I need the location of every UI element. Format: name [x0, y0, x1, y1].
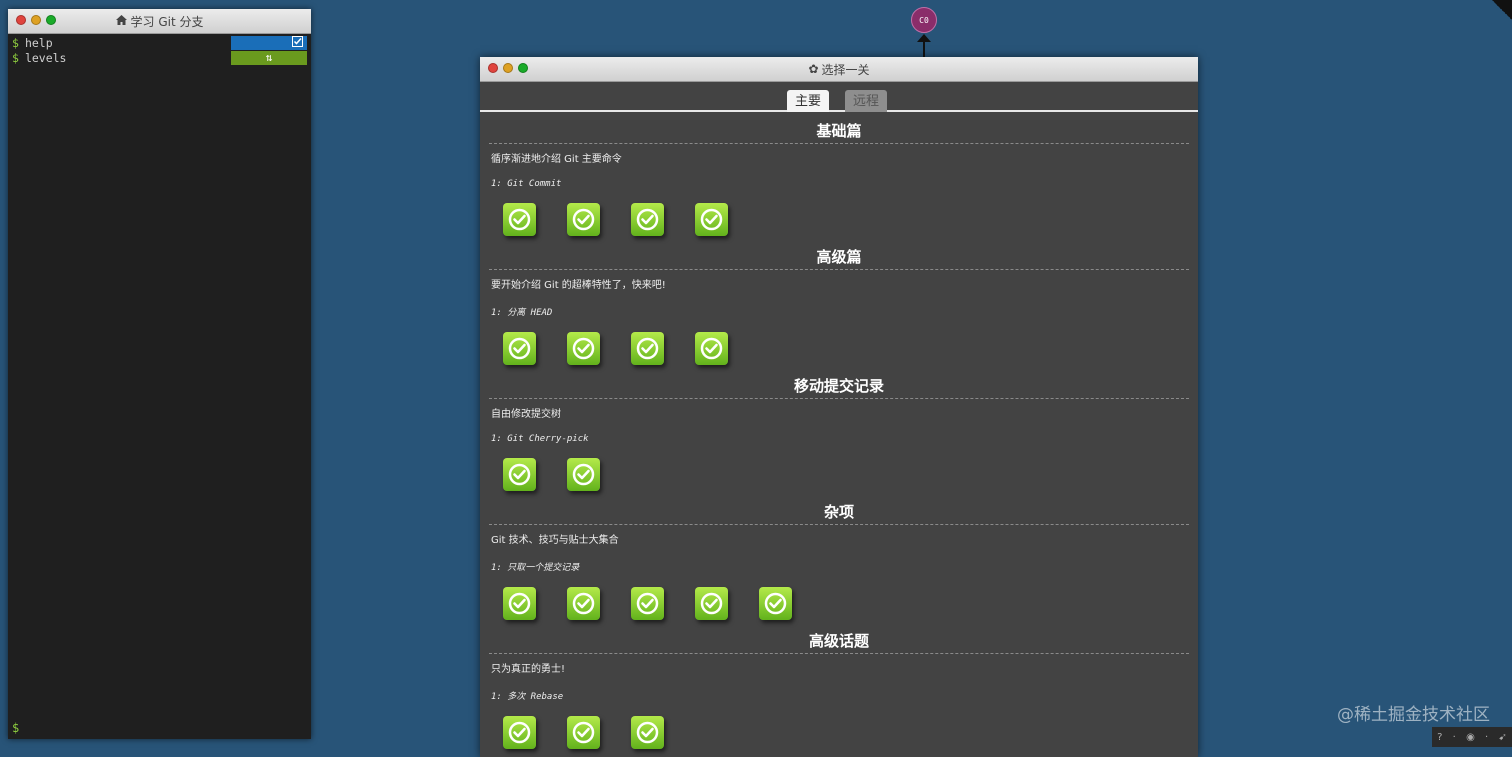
watermark: @稀土掘金技术社区	[1337, 705, 1490, 725]
sequence-description: 循序渐进地介绍 Git 主要命令	[491, 154, 622, 165]
level-completed-button[interactable]	[503, 332, 536, 365]
command-text: levels	[24, 51, 67, 65]
tab-bar: 主要 远程	[480, 82, 1198, 112]
bird-icon[interactable]: ➹	[1498, 732, 1506, 743]
window-controls	[488, 63, 528, 73]
first-level-name: 1: 只取一个提交记录	[491, 563, 580, 573]
tab-main[interactable]: 主要	[786, 90, 829, 112]
level-completed-button[interactable]	[631, 332, 664, 365]
sequence-section: 基础篇循序渐进地介绍 Git 主要命令 1: Git Commit	[489, 120, 1189, 238]
sequence-description: Git 技术、技巧与贴士大集合	[491, 535, 619, 546]
corner-decoration	[1492, 0, 1512, 20]
level-completed-button[interactable]	[503, 458, 536, 491]
corner-controls: ? · ◉ · ➹	[1432, 727, 1512, 747]
first-level-name: 1: Git Commit	[491, 179, 562, 189]
branch-pointer-line	[923, 40, 925, 57]
first-level-name: 1: 分离 HEAD	[491, 308, 553, 318]
sequence-description: 要开始介绍 Git 的超棒特性了，快来吧!	[491, 280, 666, 291]
dialog-title: 选择一关	[821, 62, 870, 77]
level-completed-button[interactable]	[503, 203, 536, 236]
tab-remote[interactable]: 远程	[845, 90, 888, 112]
dialog-titlebar: ✿ 选择一关	[480, 57, 1198, 82]
level-buttons-row	[489, 332, 1189, 367]
sequence-title: 杂项	[489, 501, 1189, 525]
sequence-description: 自由修改提交树	[491, 409, 561, 420]
prompt-symbol: $	[12, 51, 19, 65]
dot-separator: ·	[1485, 731, 1489, 743]
level-completed-button[interactable]	[695, 203, 728, 236]
dot-separator: ·	[1452, 731, 1456, 743]
level-completed-button[interactable]	[631, 587, 664, 620]
command-text: help	[24, 36, 53, 50]
home-icon	[115, 14, 127, 28]
help-icon[interactable]: ?	[1437, 732, 1442, 743]
minimize-button[interactable]	[31, 15, 41, 25]
terminal-window: 学习 Git 分支 $ help $ levels ⇅ $	[8, 9, 311, 739]
level-select-dialog: ✿ 选择一关 主要 远程 基础篇循序渐进地介绍 Git 主要命令 1: Git C…	[480, 57, 1198, 757]
first-level-name: 1: 多次 Rebase	[491, 692, 564, 702]
level-completed-button[interactable]	[631, 716, 664, 749]
level-buttons-row	[489, 587, 1189, 622]
level-completed-button[interactable]	[567, 332, 600, 365]
level-completed-button[interactable]	[567, 716, 600, 749]
prompt-symbol: $	[12, 36, 19, 50]
sequence-title: 高级话题	[489, 630, 1189, 654]
sequence-section: 杂项 Git 技术、技巧与贴士大集合 1: 只取一个提交记录	[489, 501, 1189, 622]
level-completed-button[interactable]	[503, 716, 536, 749]
level-completed-button[interactable]	[567, 458, 600, 491]
level-buttons-row	[489, 716, 1189, 751]
level-completed-button[interactable]	[503, 587, 536, 620]
level-completed-button[interactable]	[631, 203, 664, 236]
maximize-button[interactable]	[46, 15, 56, 25]
sequence-section: 高级篇要开始介绍 Git 的超棒特性了，快来吧! 1: 分离 HEAD	[489, 246, 1189, 367]
sequence-section: 高级话题只为真正的勇士! 1: 多次 Rebase	[489, 630, 1189, 751]
checkbox-icon[interactable]	[231, 36, 307, 50]
level-buttons-row	[489, 458, 1189, 493]
commit-node[interactable]: C0	[911, 7, 937, 33]
swap-icon[interactable]: ⇅	[231, 51, 307, 65]
sequence-title: 基础篇	[489, 120, 1189, 144]
level-completed-button[interactable]	[759, 587, 792, 620]
sequence-section: 移动提交记录自由修改提交树 1: Git Cherry-pick	[489, 375, 1189, 493]
sequence-title: 高级篇	[489, 246, 1189, 270]
level-completed-button[interactable]	[567, 203, 600, 236]
terminal-input-prompt[interactable]: $	[12, 721, 19, 735]
level-buttons-row	[489, 203, 1189, 238]
close-button[interactable]	[16, 15, 26, 25]
terminal-line-levels[interactable]: $ levels ⇅	[8, 51, 311, 66]
level-completed-button[interactable]	[695, 332, 728, 365]
sequence-description: 只为真正的勇士!	[491, 664, 566, 675]
minimize-button[interactable]	[503, 63, 513, 73]
globe-icon[interactable]: ◉	[1466, 732, 1475, 743]
first-level-name: 1: Git Cherry-pick	[491, 434, 589, 444]
window-controls	[16, 15, 56, 25]
terminal-line-help[interactable]: $ help	[8, 36, 311, 51]
sequence-list: 基础篇循序渐进地介绍 Git 主要命令 1: Git Commit 高级篇要开始介绍…	[480, 120, 1198, 751]
maximize-button[interactable]	[518, 63, 528, 73]
level-completed-button[interactable]	[695, 587, 728, 620]
gear-icon: ✿	[808, 62, 819, 76]
level-completed-button[interactable]	[567, 587, 600, 620]
close-button[interactable]	[488, 63, 498, 73]
terminal-title: 学习 Git 分支	[130, 14, 204, 29]
terminal-titlebar: 学习 Git 分支	[8, 9, 311, 34]
sequence-title: 移动提交记录	[489, 375, 1189, 399]
